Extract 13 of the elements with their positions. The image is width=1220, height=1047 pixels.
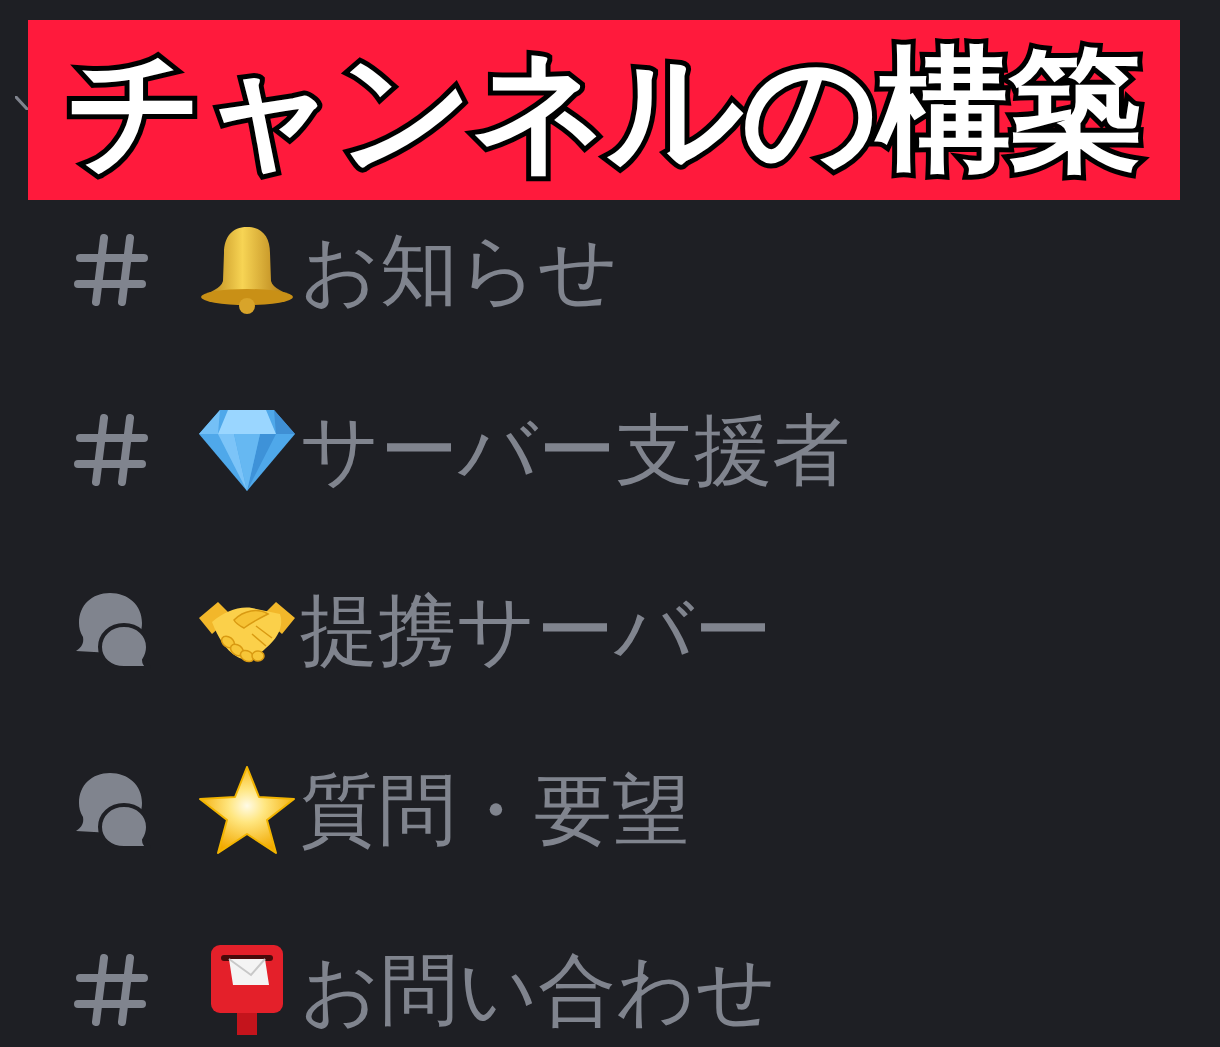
channel-name[interactable]: サーバー支援者 bbox=[300, 411, 850, 489]
chevron-icon[interactable] bbox=[15, 96, 28, 110]
channel-name[interactable]: 提携サーバー bbox=[300, 591, 772, 669]
hash-icon bbox=[74, 414, 148, 486]
postbox-icon bbox=[211, 945, 283, 1035]
diamond-icon bbox=[198, 408, 296, 492]
channel-name[interactable]: 質問・要望 bbox=[300, 771, 690, 849]
channel-name[interactable]: お知らせ bbox=[300, 231, 618, 309]
channel-name[interactable]: お問い合わせ bbox=[300, 951, 776, 1029]
hash-icon bbox=[74, 954, 148, 1026]
star-icon bbox=[198, 766, 296, 854]
bell-icon bbox=[198, 225, 296, 315]
hash-icon bbox=[74, 234, 148, 306]
